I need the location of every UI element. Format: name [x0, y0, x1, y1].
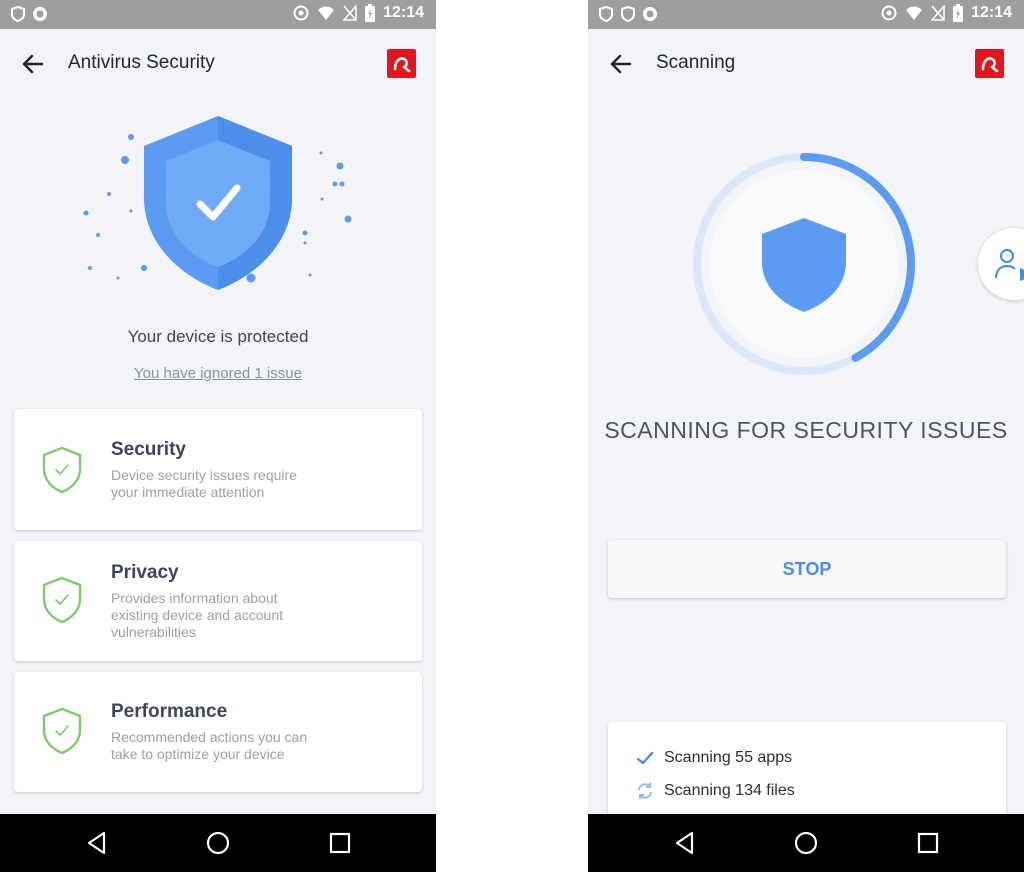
card-description: Device security issues require your imme… [111, 467, 297, 500]
phone-screen-scanning: 12:14 Scanning SCANNING FOR SECURITY ISS… [588, 0, 1024, 872]
back-arrow-icon[interactable] [608, 51, 634, 77]
card-security[interactable]: Security Device security issues require … [14, 409, 422, 530]
card-title: Performance [111, 701, 228, 722]
sync-status-icon [881, 5, 897, 21]
card-title: Privacy [111, 562, 179, 583]
card-title: Security [111, 439, 186, 460]
card-description: Recommended actions you can take to opti… [111, 729, 308, 762]
notification-dot-icon [643, 7, 657, 21]
shield-check-icon [42, 446, 82, 494]
scan-heading: SCANNING FOR SECURITY ISSUES [604, 417, 1008, 443]
clock: 12:14 [971, 4, 1012, 21]
phone-screen-antivirus: 12:14 Antivirus Security Your device is … [0, 0, 436, 872]
progress-item-label: Scanning 134 files [664, 782, 795, 799]
nav-home-icon[interactable] [203, 828, 233, 858]
card-performance[interactable]: Performance Recommended actions you can … [14, 672, 422, 792]
android-nav-bar [588, 814, 1024, 872]
avira-logo[interactable] [975, 49, 1004, 78]
sync-icon [638, 783, 652, 799]
shield-check-icon [42, 707, 82, 755]
avira-umbrella-icon [981, 57, 999, 73]
card-privacy[interactable]: Privacy Provides information about exist… [14, 541, 422, 661]
shield-check-icon [42, 576, 82, 624]
stop-button[interactable]: STOP [608, 540, 1006, 598]
android-nav-bar [0, 814, 436, 872]
no-signal-icon [931, 5, 945, 21]
user-shield-button[interactable] [978, 228, 1024, 300]
scan-progress-card: Scanning 55 apps Scanning 134 files [608, 722, 1006, 822]
ignored-issues-link[interactable]: You have ignored 1 issue [0, 365, 436, 382]
nav-recents-icon[interactable] [325, 828, 355, 858]
protected-shield-illustration [83, 116, 352, 290]
app-bar: Scanning [588, 29, 1024, 97]
vpn-shield-icon [621, 6, 635, 22]
status-bar: 12:14 [588, 0, 1024, 29]
list-item: Scanning 55 apps [636, 749, 792, 767]
user-shield-icon [994, 248, 1024, 281]
nav-back-icon[interactable] [670, 828, 700, 858]
protection-status: Your device is protected [127, 327, 309, 346]
card-description: Provides information about existing devi… [111, 590, 283, 640]
page-title: Scanning [656, 52, 736, 73]
nav-home-icon[interactable] [791, 828, 821, 858]
scan-progress-ring [693, 153, 915, 375]
wifi-icon [906, 6, 923, 20]
vpn-shield-icon [599, 6, 613, 22]
nav-back-icon[interactable] [82, 828, 112, 858]
battery-icon [953, 4, 964, 22]
list-item: Scanning 134 files [636, 782, 795, 800]
nav-recents-icon[interactable] [913, 828, 943, 858]
progress-item-label: Scanning 55 apps [664, 749, 793, 766]
checkmark-icon [636, 751, 654, 765]
